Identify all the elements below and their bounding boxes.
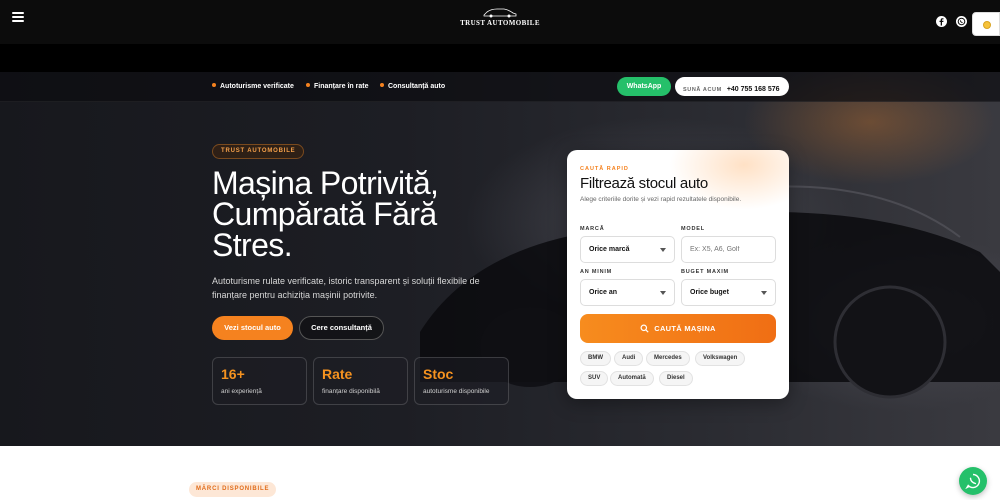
call-now-button[interactable]: SUNĂ ACUM +40 755 168 576 xyxy=(675,77,789,96)
feature-consulting: Consultanță auto xyxy=(380,83,445,90)
stat-value: Stoc xyxy=(423,366,454,382)
model-input[interactable] xyxy=(681,236,776,263)
logo-text: TRUST AUTOMOBILE xyxy=(460,19,540,27)
hero-headline: Mașina Potrivită, Cumpărată Fără Stres. xyxy=(212,165,439,263)
chip-bmw[interactable]: BMW xyxy=(580,351,611,366)
whatsapp-float-button[interactable] xyxy=(959,467,987,495)
hero-subtext: Autoturisme rulate verificate, istoric t… xyxy=(212,276,480,300)
car-logo-icon xyxy=(483,8,517,18)
search-button-label: CAUTĂ MAȘINA xyxy=(654,324,716,333)
chip-mercedes[interactable]: Mercedes xyxy=(646,351,690,366)
request-consultation-button[interactable]: Cere consultanță xyxy=(299,316,384,340)
feature-financing: Finanțare în rate xyxy=(306,83,368,90)
whatsapp-icon[interactable] xyxy=(956,16,967,27)
card-title: Filtrează stocul auto xyxy=(580,175,708,192)
min-year-label: AN MINIM xyxy=(580,269,613,275)
chevron-down-icon xyxy=(761,291,767,295)
stat-card-financing: Rate finanțare disponibilă xyxy=(313,357,408,405)
stat-value: Rate xyxy=(322,366,353,382)
max-budget-label: BUGET MAXIM xyxy=(681,269,729,275)
view-stock-button[interactable]: Vezi stocul auto xyxy=(212,316,293,340)
whatsapp-button[interactable]: WhatsApp xyxy=(617,77,671,96)
logo[interactable]: TRUST AUTOMOBILE xyxy=(0,6,1000,27)
brand-select-value: Orice marcă xyxy=(589,246,630,253)
card-description: Alege criteriile dorite și vezi rapid re… xyxy=(580,196,742,203)
search-car-button[interactable]: CAUTĂ MAȘINA xyxy=(580,314,776,343)
card-eyebrow: CAUTĂ RAPID xyxy=(580,166,629,172)
stat-label: ani experiență xyxy=(221,388,262,395)
stat-card-experience: 16+ ani experiență xyxy=(212,357,307,405)
max-budget-select[interactable]: Orice buget xyxy=(681,279,776,306)
chip-automatic[interactable]: Automată xyxy=(610,371,654,386)
stat-value: 16+ xyxy=(221,366,245,382)
side-widget-tab[interactable] xyxy=(972,12,1000,36)
min-year-select[interactable]: Orice an xyxy=(580,279,675,306)
chevron-down-icon xyxy=(660,248,666,252)
site-header: TRUST AUTOMOBILE xyxy=(0,0,1000,44)
chip-suv[interactable]: SUV xyxy=(580,371,609,386)
whatsapp-icon xyxy=(965,473,981,489)
hero-badge: TRUST AUTOMOBILE xyxy=(212,144,305,159)
header-spacer xyxy=(0,44,1000,72)
brand-select[interactable]: Orice marcă xyxy=(580,236,675,263)
min-year-select-value: Orice an xyxy=(589,289,618,296)
quick-search-card: CAUTĂ RAPID Filtrează stocul auto Alege … xyxy=(567,150,789,399)
search-icon xyxy=(640,324,649,333)
available-brands-badge: MĂRCI DISPONIBILE xyxy=(189,482,277,497)
hero-section: Autoturisme verificate Finanțare în rate… xyxy=(0,72,1000,446)
stat-card-stock: Stoc autoturisme disponibile xyxy=(414,357,509,405)
chip-audi[interactable]: Audi xyxy=(614,351,644,366)
brand-label: MARCĂ xyxy=(580,226,605,232)
max-budget-select-value: Orice buget xyxy=(690,289,729,296)
info-bar: Autoturisme verificate Finanțare în rate… xyxy=(0,72,1000,102)
stat-label: finanțare disponibilă xyxy=(322,388,380,395)
chip-diesel[interactable]: Diesel xyxy=(659,371,693,386)
chip-volkswagen[interactable]: Volkswagen xyxy=(695,351,746,366)
stat-label: autoturisme disponibile xyxy=(423,388,490,395)
phone-number: +40 755 168 576 xyxy=(726,86,780,93)
model-label: MODEL xyxy=(681,226,705,232)
call-label: SUNĂ ACUM xyxy=(683,87,722,93)
chevron-down-icon xyxy=(660,291,666,295)
feature-verified: Autoturisme verificate xyxy=(212,83,294,90)
coin-icon xyxy=(983,21,991,29)
facebook-icon[interactable] xyxy=(936,16,947,27)
